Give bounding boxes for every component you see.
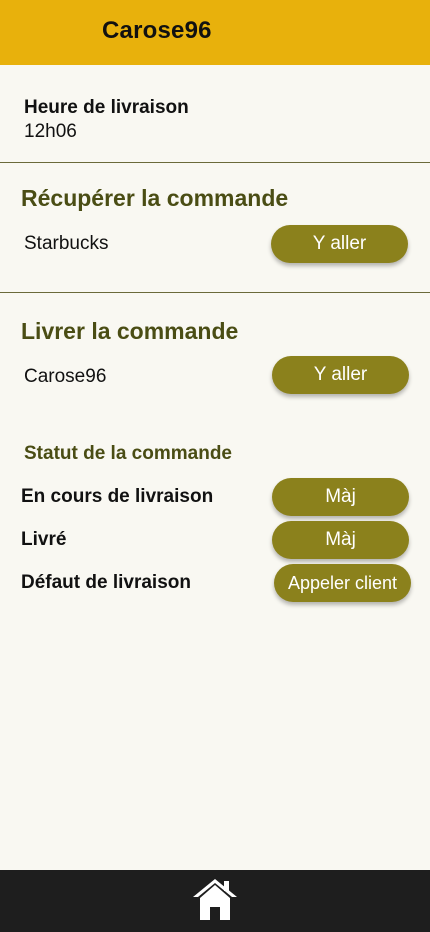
deliver-section-title: Livrer la commande [21,318,239,344]
pickup-section-title: Récupérer la commande [21,185,289,211]
update-in-delivery-button[interactable]: Màj [272,478,409,516]
status-label-delivered: Livré [21,529,67,550]
deliver-place: Carose96 [24,366,107,387]
home-icon[interactable] [193,877,237,921]
delivery-time-label: Heure de livraison [24,97,189,118]
divider [0,162,430,163]
pickup-go-button[interactable]: Y aller [271,225,408,263]
pickup-place: Starbucks [24,233,109,254]
status-label-delivery-failure: Défaut de livraison [21,572,191,593]
delivery-time-value: 12h06 [24,121,77,142]
call-client-button[interactable]: Appeler client [274,564,411,602]
header-bar [0,0,430,65]
divider [0,292,430,293]
update-delivered-button[interactable]: Màj [272,521,409,559]
deliver-go-button[interactable]: Y aller [272,356,409,394]
page-title: Carose96 [102,17,212,44]
status-label-in-delivery: En cours de livraison [21,486,214,507]
status-section-title: Statut de la commande [24,443,232,464]
